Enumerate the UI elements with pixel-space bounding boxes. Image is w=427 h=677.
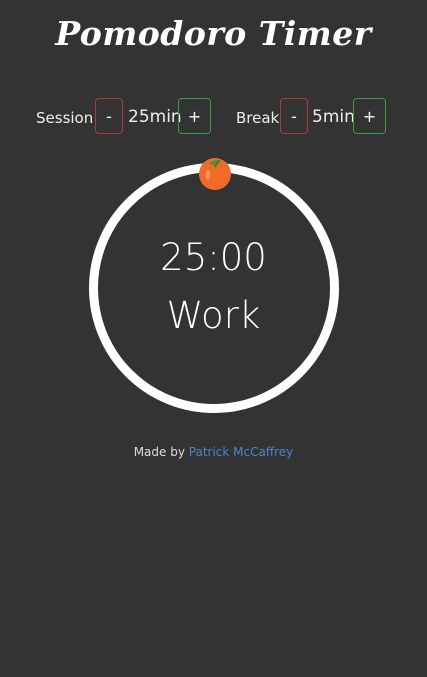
length-controls: Session - 25min + Break - 5min + <box>0 98 427 138</box>
session-increase-button[interactable]: + <box>178 98 211 134</box>
timer-mode: Work <box>166 294 261 337</box>
author-link[interactable]: Patrick McCaffrey <box>189 445 294 459</box>
session-decrease-button[interactable]: - <box>95 98 123 134</box>
footer-credit: Made by Patrick McCaffrey <box>0 445 427 459</box>
session-label: Session <box>36 109 94 127</box>
session-length-value: 25min <box>128 107 182 127</box>
break-decrease-button[interactable]: - <box>280 98 308 134</box>
footer-prefix: Made by <box>133 445 185 459</box>
timer-ring[interactable] <box>89 163 339 413</box>
break-increase-button[interactable]: + <box>353 98 386 134</box>
tomato-icon <box>199 158 231 190</box>
timer-time: 25:00 <box>160 236 267 279</box>
break-label: Break <box>236 109 280 127</box>
break-length-value: 5min <box>312 107 355 127</box>
app-title: Pomodoro Timer <box>55 14 372 53</box>
